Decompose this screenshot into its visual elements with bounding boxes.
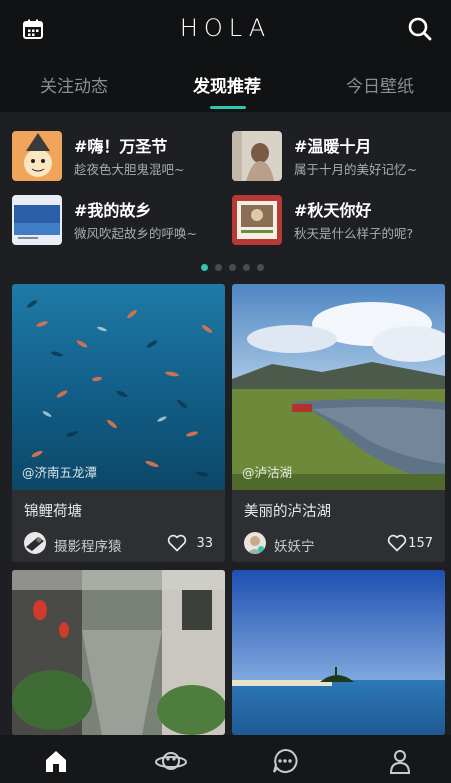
topic-thumbnail <box>12 195 62 245</box>
topic-title: #嗨！万圣节 <box>74 137 168 156</box>
author-name: 妖妖宁 <box>274 539 315 555</box>
topic-item-autumn[interactable]: #秋天你好 秋天是什么样子的呢? <box>232 195 447 245</box>
avatar <box>244 532 266 554</box>
search-icon[interactable] <box>407 16 433 42</box>
photo-location: @济南五龙潭 <box>22 465 98 480</box>
topic-title: #秋天你好 <box>294 201 372 220</box>
top-bar: HOLA <box>0 0 451 60</box>
author-name: 摄影程序猿 <box>54 539 122 555</box>
like-count: 157 <box>408 536 433 551</box>
tab-discover[interactable]: 发现推荐 <box>193 72 261 97</box>
avatar <box>24 532 46 554</box>
topic-thumbnail <box>232 195 282 245</box>
topic-carousel: #嗨！万圣节 趁夜色大胆鬼混吧~ #温暖十月 属于十月的美好记忆~ #我的故乡 … <box>0 112 451 282</box>
active-tab-indicator <box>210 106 246 109</box>
topic-subtitle: 趁夜色大胆鬼混吧~ <box>74 162 185 177</box>
photo-koi-pond <box>12 284 225 490</box>
app-logo: HOLA <box>179 14 272 42</box>
pagination-dot[interactable] <box>257 264 264 271</box>
topic-title: #温暖十月 <box>294 137 372 156</box>
profile-icon[interactable] <box>386 747 414 775</box>
topic-subtitle: 秋天是什么样子的呢? <box>294 226 414 241</box>
topic-item-halloween[interactable]: #嗨！万圣节 趁夜色大胆鬼混吧~ <box>12 131 227 181</box>
topic-thumbnail <box>12 131 62 181</box>
topic-item-hometown[interactable]: #我的故乡 微风吹起故乡的呼唤~ <box>12 195 227 245</box>
photo-old-alley <box>12 570 225 735</box>
topic-subtitle: 微风吹起故乡的呼唤~ <box>74 226 197 241</box>
topic-thumbnail <box>232 131 282 181</box>
card-title: 锦鲤荷塘 <box>24 504 82 520</box>
pagination-dot[interactable] <box>229 264 236 271</box>
heart-icon <box>167 534 187 552</box>
tab-wallpaper[interactable]: 今日壁纸 <box>346 72 414 97</box>
carousel-pagination <box>0 264 451 272</box>
photo-card[interactable] <box>232 570 445 735</box>
home-icon[interactable] <box>42 747 70 775</box>
topic-subtitle: 属于十月的美好记忆~ <box>294 162 417 177</box>
photo-sea-island <box>232 570 445 735</box>
like-count: 33 <box>196 536 213 551</box>
photo-card[interactable] <box>12 570 225 735</box>
photo-card[interactable]: @济南五龙潭 锦鲤荷塘 摄影程序猿 33 <box>12 284 225 562</box>
chat-icon[interactable] <box>271 747 299 775</box>
photo-location: @泸沽湖 <box>242 465 293 480</box>
heart-icon <box>387 534 407 552</box>
tab-bar: 关注动态 发现推荐 今日壁纸 <box>0 60 451 112</box>
card-title: 美丽的泸沽湖 <box>244 504 331 520</box>
topic-item-october[interactable]: #温暖十月 属于十月的美好记忆~ <box>232 131 447 181</box>
topic-title: #我的故乡 <box>74 201 152 220</box>
planet-icon[interactable] <box>154 747 188 775</box>
pagination-dot[interactable] <box>215 264 222 271</box>
photo-lugu-lake <box>232 284 445 490</box>
tab-following[interactable]: 关注动态 <box>40 72 108 97</box>
pagination-dot[interactable] <box>243 264 250 271</box>
bottom-navigation <box>0 735 451 783</box>
pagination-dot-active[interactable] <box>201 264 208 271</box>
photo-card[interactable]: @泸沽湖 美丽的泸沽湖 妖妖宁 157 <box>232 284 445 562</box>
